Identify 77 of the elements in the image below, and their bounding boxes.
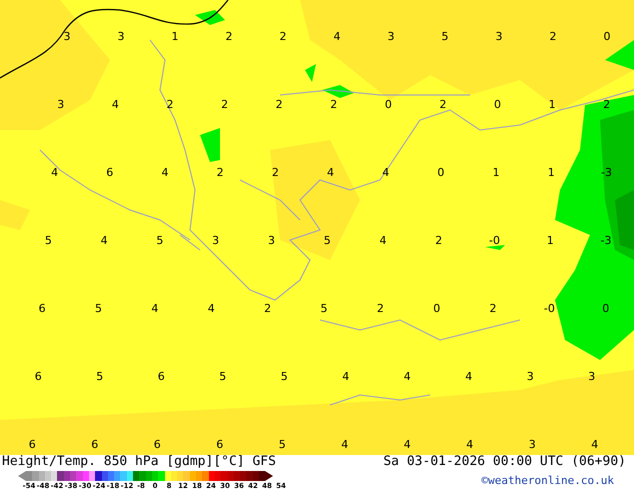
temperature-value: 2: [224, 30, 234, 45]
chart-title: Height/Temp. 850 hPa [gdmp][°C] GFS: [2, 455, 276, 469]
temperature-value: 5: [218, 370, 228, 385]
temperature-value: 4: [326, 166, 336, 181]
temperature-value: 4: [590, 438, 600, 453]
temperature-value: -3: [600, 166, 613, 181]
temperature-value: 4: [100, 234, 109, 249]
temperature-value: 2: [220, 98, 230, 113]
temperature-value: 2: [274, 98, 284, 113]
temperature-value: 3: [494, 30, 504, 45]
credit-link[interactable]: ©weatheronline.co.uk: [482, 474, 614, 487]
temperature-value: -3: [600, 234, 613, 249]
temperature-value: 2: [488, 302, 498, 317]
temperature-value: 2: [263, 302, 272, 317]
temperature-value: 4: [150, 302, 160, 317]
temperature-value: 0: [602, 30, 612, 45]
temperature-value: 4: [465, 438, 474, 453]
temperature-value: 5: [280, 370, 289, 385]
temperature-value: 2: [165, 98, 174, 113]
temperature-value: 3: [116, 30, 126, 45]
temperature-value: 3: [62, 30, 72, 45]
temperature-value: 4: [464, 370, 474, 385]
temperature-value: 3: [587, 370, 596, 385]
temperature-value: 4: [402, 438, 412, 453]
temperature-value: 0: [384, 98, 393, 113]
temperature-value: 1: [546, 234, 555, 249]
temperature-value: 3: [526, 370, 535, 385]
temperature-value: 5: [322, 234, 332, 249]
temperature-value: 6: [152, 438, 162, 453]
temperature-value: 0: [436, 166, 446, 181]
temperature-value: 6: [38, 302, 47, 317]
temperature-value: 5: [94, 302, 104, 317]
temperature-value: 5: [44, 234, 53, 249]
temperature-value: 5: [319, 302, 328, 317]
temperature-value: -0: [542, 302, 556, 317]
temperature-value: 4: [341, 370, 350, 385]
temperature-value: 5: [440, 30, 450, 45]
temperature-value: 3: [56, 98, 66, 113]
temperature-value: 3: [528, 438, 537, 453]
temperature-value: 4: [378, 234, 388, 249]
temperature-value: 1: [546, 166, 556, 181]
temperature-value: 2: [278, 30, 288, 45]
temperature-value: 2: [602, 98, 612, 113]
temperature-value: 3: [211, 234, 220, 249]
temperature-value: 4: [160, 166, 170, 181]
temperature-value: 5: [155, 234, 164, 249]
temperature-value: -0: [488, 234, 501, 249]
temperature-value: 1: [492, 166, 501, 181]
temperature-value: 4: [206, 302, 216, 317]
temperature-value: 5: [95, 370, 104, 385]
temperature-value: 2: [376, 302, 385, 317]
temperature-value: 4: [332, 30, 342, 45]
temperature-value: 2: [329, 98, 338, 113]
forecast-datetime: Sa 03-01-2026 00:00 UTC (06+90): [383, 455, 626, 469]
temperature-value: 6: [105, 166, 114, 181]
temperature-value: 6: [156, 370, 166, 385]
temperature-value: 0: [601, 302, 610, 317]
temperature-value: 6: [215, 438, 224, 453]
temperature-value: 5: [278, 438, 287, 453]
temperature-value: 4: [402, 370, 412, 385]
temperature-value: 4: [50, 166, 60, 181]
temperature-value: 6: [28, 438, 37, 453]
temperature-value: 6: [90, 438, 100, 453]
temperature-value: 1: [170, 30, 180, 45]
temperature-value: 2: [548, 30, 558, 45]
temperature-value: 2: [438, 98, 448, 113]
temperature-value: 2: [270, 166, 280, 181]
temperature-value: 4: [340, 438, 350, 453]
temperature-value: 3: [266, 234, 276, 249]
temperature-value: 0: [432, 302, 442, 317]
temperature-value: 4: [110, 98, 120, 113]
temperature-value: 2: [216, 166, 225, 181]
temperature-value: 2: [434, 234, 444, 249]
temperature-value: 0: [493, 98, 502, 113]
temperature-value: 3: [386, 30, 396, 45]
temperature-value: 1: [548, 98, 557, 113]
temperature-value: 6: [34, 370, 43, 385]
